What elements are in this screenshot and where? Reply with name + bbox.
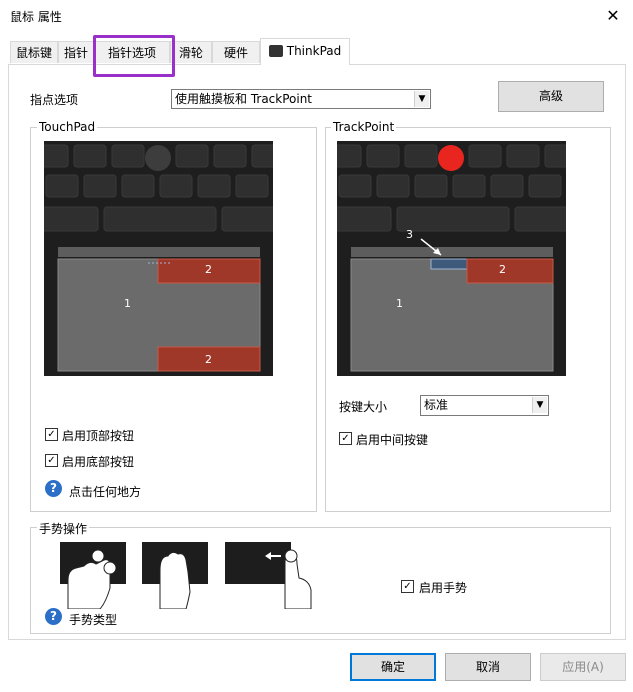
pointing-options-value: 使用触摸板和 TrackPoint — [175, 92, 313, 106]
button-size-value: 标准 — [424, 398, 449, 412]
advanced-button[interactable]: 高级 — [498, 81, 604, 112]
pointing-options-dropdown[interactable]: 使用触摸板和 TrackPoint ▼ — [171, 89, 431, 109]
enable-middle-button-checkbox[interactable]: ✓ — [339, 432, 352, 445]
tab-thinkpad-label: ThinkPad — [286, 44, 342, 58]
touchpad-zone-label: 2 — [205, 263, 212, 276]
trackpoint-zone-label: 1 — [396, 297, 403, 310]
gestures-legend: 手势操作 — [37, 520, 90, 537]
enable-gestures-label: 启用手势 — [419, 581, 468, 595]
trackpoint-zone-right — [466, 258, 554, 284]
trackpoint-legend: TrackPoint — [331, 120, 397, 134]
chevron-down-icon: ▼ — [414, 91, 429, 107]
trackpoint-nub — [145, 145, 171, 171]
apply-button[interactable]: 应用(A) — [540, 653, 626, 681]
button-size-label: 按键大小 — [339, 400, 388, 414]
thinkpad-icon — [268, 45, 283, 57]
enable-top-buttons-checkbox[interactable]: ✓ — [45, 428, 58, 441]
touchpad-zone-label: 1 — [124, 297, 131, 310]
touchpad-zone-label: 2 — [205, 353, 212, 366]
enable-bottom-buttons-checkbox[interactable]: ✓ — [45, 454, 58, 467]
trackpoint-red-nub — [438, 145, 464, 171]
cancel-button[interactable]: 取消 — [445, 653, 531, 681]
tab-thinkpad[interactable]: ThinkPad — [260, 38, 350, 65]
trackpoint-zone-label: 2 — [499, 263, 506, 276]
button-size-dropdown[interactable]: 标准 ▼ — [420, 395, 549, 416]
trackpoint-illustration — [337, 141, 566, 376]
ok-button[interactable]: 确定 — [350, 653, 436, 681]
gesture-zoom-image — [60, 542, 126, 609]
enable-top-buttons-label: 启用顶部按钮 — [62, 429, 135, 443]
close-button[interactable]: ✕ — [600, 4, 626, 28]
close-icon: ✕ — [606, 6, 620, 25]
title-bar — [0, 0, 633, 32]
click-anywhere-link[interactable]: 点击任何地方 — [69, 483, 141, 500]
chevron-down-icon: ▼ — [532, 397, 547, 413]
enable-gestures-checkbox[interactable]: ✓ — [401, 580, 414, 593]
enable-middle-button-label: 启用中间按键 — [356, 433, 429, 447]
trackpoint-zone-label: 3 — [406, 228, 413, 241]
pointing-options-label: 指点选项 — [30, 93, 79, 107]
tab-pointers[interactable]: 指针 — [58, 41, 94, 63]
trackpoint-middle-zone — [430, 258, 468, 270]
help-icon[interactable]: ? — [45, 480, 62, 497]
gesture-scroll-image — [142, 542, 208, 609]
tab-hardware[interactable]: 硬件 — [212, 41, 260, 63]
tab-buttons[interactable]: 鼠标键 — [10, 41, 58, 63]
tab-wheel[interactable]: 滑轮 — [170, 41, 212, 63]
touchpad-legend: TouchPad — [37, 120, 98, 134]
enable-bottom-buttons-label: 启用底部按钮 — [62, 455, 135, 469]
help-icon[interactable]: ? — [45, 608, 62, 625]
gesture-swipe-image — [225, 542, 312, 609]
gesture-types-link[interactable]: 手势类型 — [69, 611, 117, 628]
window-title: 鼠标 属性 — [10, 10, 62, 24]
touchpad-illustration — [44, 141, 273, 376]
tab-highlight-annotation — [93, 35, 175, 77]
